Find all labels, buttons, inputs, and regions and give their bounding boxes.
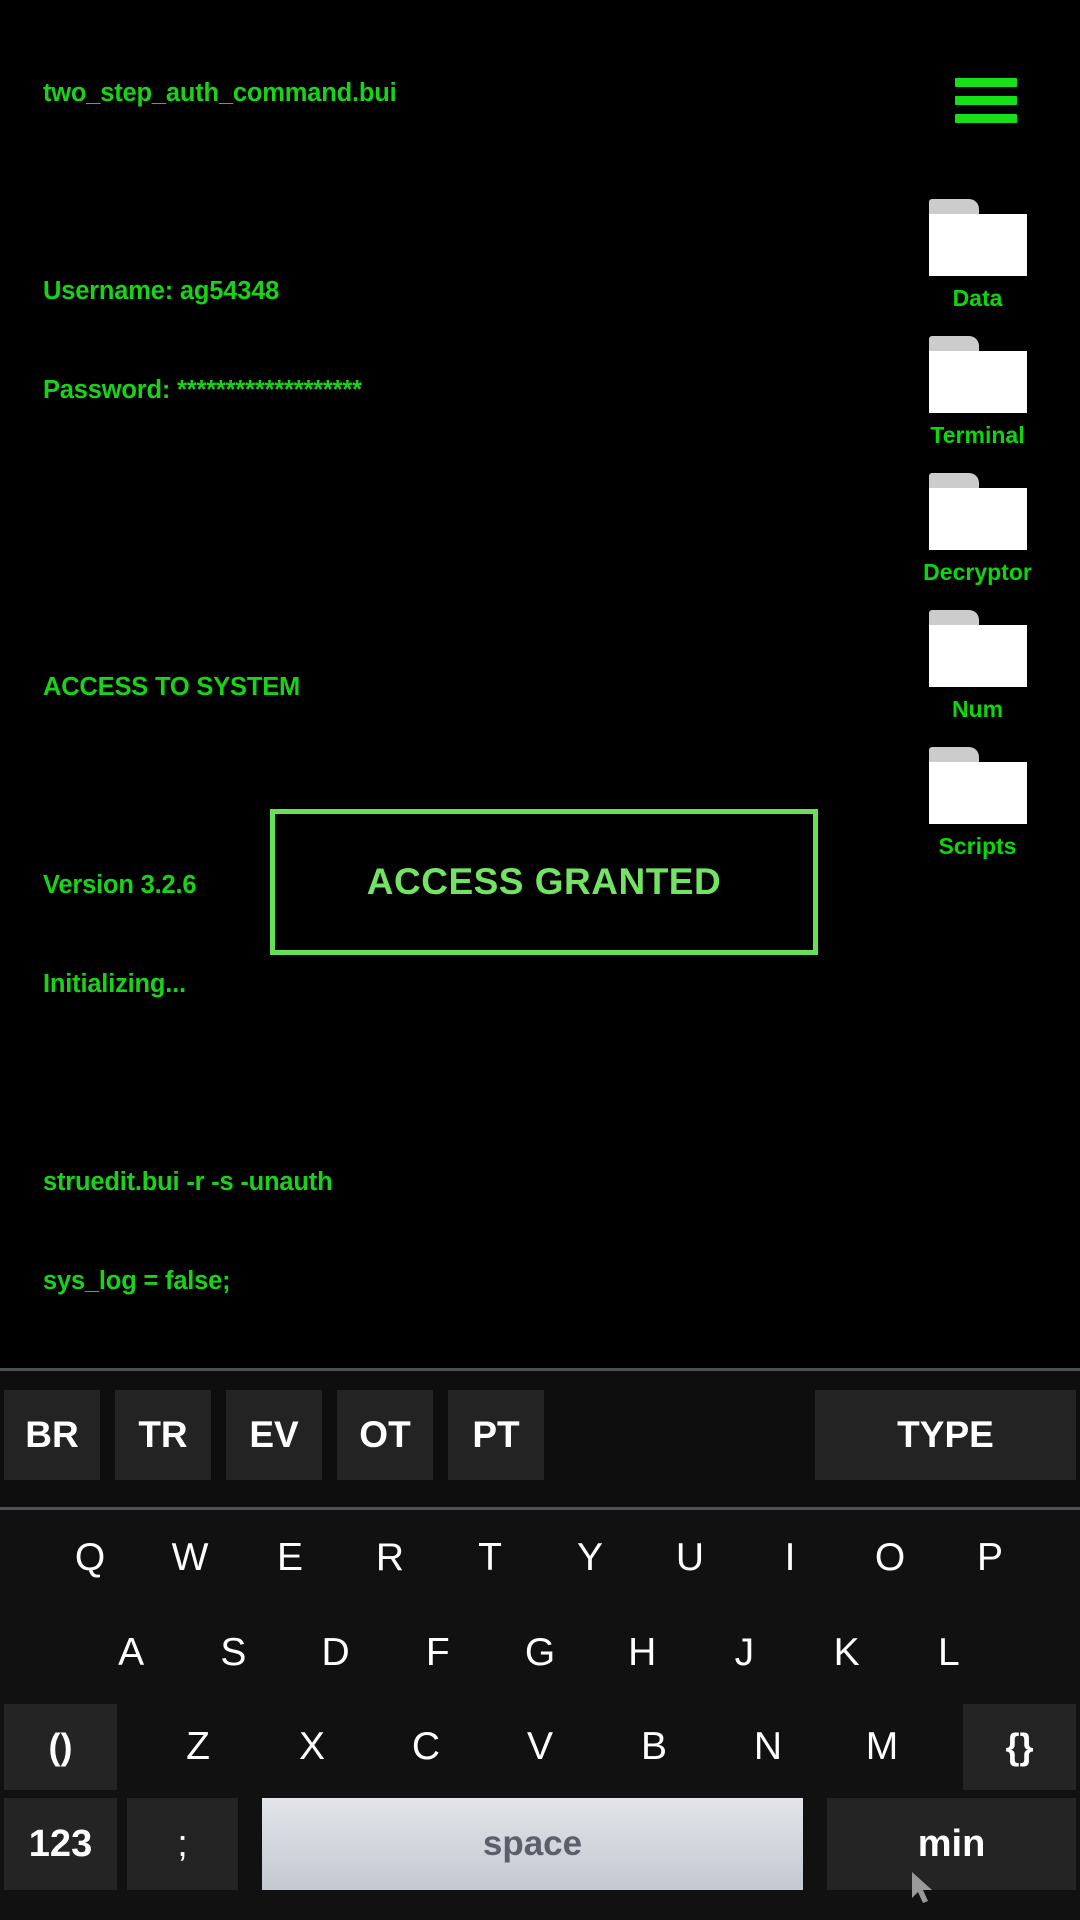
key-row-2: A S D F G H J K L	[0, 1606, 1080, 1700]
key-space[interactable]: space	[262, 1798, 803, 1890]
macro-key-br[interactable]: BR	[4, 1390, 100, 1480]
key-g[interactable]: G	[489, 1606, 591, 1700]
key-e[interactable]: E	[240, 1511, 340, 1605]
key-p[interactable]: P	[940, 1511, 1040, 1605]
console-line: sys_log = false;	[43, 1267, 231, 1295]
access-granted-banner: ACCESS GRANTED	[270, 809, 818, 955]
folder-icon	[928, 473, 1027, 550]
key-a[interactable]: A	[80, 1606, 182, 1700]
key-rows: Q W E R T Y U I O P A S D F G H J K L ()…	[0, 1510, 1080, 1920]
folder-label: Terminal	[930, 422, 1025, 448]
key-h[interactable]: H	[591, 1606, 693, 1700]
folder-body	[928, 625, 1027, 687]
folder-item-num[interactable]: Num	[875, 608, 1080, 745]
hamburger-bar	[955, 96, 1017, 105]
macro-key-type[interactable]: TYPE	[815, 1390, 1076, 1480]
key-v[interactable]: V	[483, 1700, 597, 1794]
hamburger-bar	[955, 114, 1017, 123]
key-y[interactable]: Y	[540, 1511, 640, 1605]
key-o[interactable]: O	[840, 1511, 940, 1605]
folder-icon	[928, 747, 1027, 824]
folder-icon	[928, 199, 1027, 276]
key-curly-braces[interactable]: {}	[963, 1704, 1076, 1790]
key-min[interactable]: min	[827, 1798, 1076, 1890]
key-semicolon[interactable]: ;	[127, 1798, 238, 1890]
folder-item-terminal[interactable]: Terminal	[875, 334, 1080, 471]
key-f[interactable]: F	[387, 1606, 489, 1700]
folder-body	[928, 351, 1027, 413]
folder-item-decryptor[interactable]: Decryptor	[875, 471, 1080, 608]
folder-body	[928, 488, 1027, 550]
key-row-1: Q W E R T Y U I O P	[0, 1510, 1080, 1606]
key-q[interactable]: Q	[40, 1511, 140, 1605]
key-c[interactable]: C	[369, 1700, 483, 1794]
key-b[interactable]: B	[597, 1700, 711, 1794]
key-t[interactable]: T	[440, 1511, 540, 1605]
key-row-4: 123 ; space min	[0, 1794, 1080, 1894]
access-granted-label: ACCESS GRANTED	[366, 861, 722, 902]
macro-key-strip: BR TR EV OT PT TYPE	[0, 1371, 1080, 1510]
folder-rail: Data Terminal Decryptor Num Scripts	[875, 197, 1080, 882]
key-m[interactable]: M	[825, 1700, 939, 1794]
console-line: two_step_auth_command.bui	[43, 79, 397, 107]
console-line: ACCESS TO SYSTEM	[43, 673, 301, 701]
macro-key-pt[interactable]: PT	[448, 1390, 544, 1480]
key-l[interactable]: L	[898, 1606, 1000, 1700]
console-line: Username: ag54348	[43, 277, 280, 305]
terminal-screen: two_step_auth_command.bui Username: ag54…	[0, 0, 1080, 1368]
key-r[interactable]: R	[340, 1511, 440, 1605]
hamburger-menu-icon[interactable]	[955, 78, 1017, 124]
key-k[interactable]: K	[796, 1606, 898, 1700]
key-n[interactable]: N	[711, 1700, 825, 1794]
folder-icon	[928, 336, 1027, 413]
key-numeric-mode[interactable]: 123	[4, 1798, 117, 1890]
macro-key-ot[interactable]: OT	[337, 1390, 433, 1480]
key-j[interactable]: J	[693, 1606, 795, 1700]
folder-label: Scripts	[938, 833, 1017, 859]
keyboard: BR TR EV OT PT TYPE Q W E R T Y U I O P …	[0, 1368, 1080, 1920]
key-i[interactable]: I	[740, 1511, 840, 1605]
hamburger-bar	[955, 78, 1017, 87]
key-parentheses[interactable]: ()	[4, 1704, 117, 1790]
folder-item-data[interactable]: Data	[875, 197, 1080, 334]
console-line: Initializing...	[43, 970, 186, 998]
console-output: two_step_auth_command.bui Username: ag54…	[43, 11, 923, 1368]
console-line: Password: *******************	[43, 376, 362, 404]
folder-body	[928, 214, 1027, 276]
macro-key-ev[interactable]: EV	[226, 1390, 322, 1480]
key-z[interactable]: Z	[141, 1700, 255, 1794]
key-u[interactable]: U	[640, 1511, 740, 1605]
folder-label: Data	[952, 285, 1003, 311]
folder-item-scripts[interactable]: Scripts	[875, 745, 1080, 882]
macro-key-tr[interactable]: TR	[115, 1390, 211, 1480]
key-x[interactable]: X	[255, 1700, 369, 1794]
folder-label: Num	[951, 696, 1004, 722]
key-w[interactable]: W	[140, 1511, 240, 1605]
key-d[interactable]: D	[284, 1606, 386, 1700]
folder-label: Decryptor	[923, 559, 1032, 585]
console-line: struedit.bui -r -s -unauth	[43, 1168, 333, 1196]
key-s[interactable]: S	[182, 1606, 284, 1700]
folder-body	[928, 762, 1027, 824]
key-row-3: () Z X C V B N M {}	[0, 1700, 1080, 1794]
folder-icon	[928, 610, 1027, 687]
